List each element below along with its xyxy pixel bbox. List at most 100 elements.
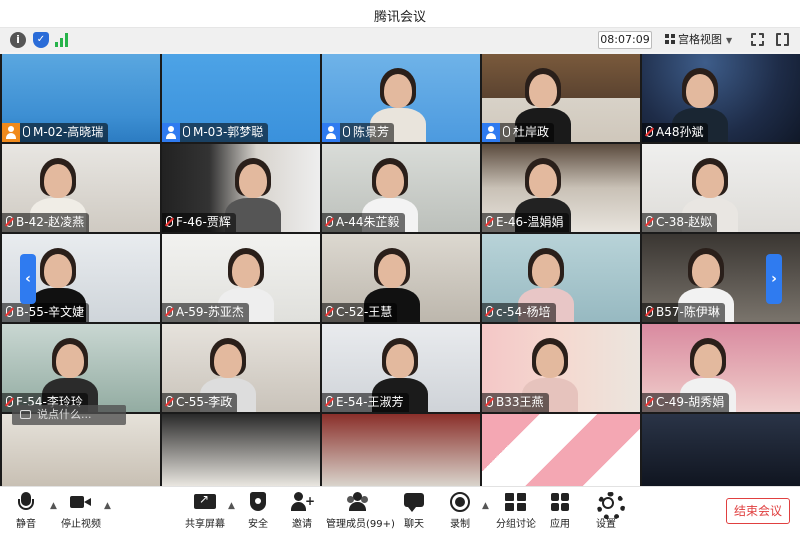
manage-members-button[interactable]: 管理成员(99+) xyxy=(326,491,395,530)
share-screen-button[interactable]: 共享屏幕 xyxy=(184,491,226,530)
participant-name-tag: M-03-郭梦聪 xyxy=(162,123,269,142)
participant-tile[interactable]: 陈景芳 xyxy=(322,54,480,142)
next-page-button[interactable]: › xyxy=(766,254,782,304)
participant-tile[interactable]: F-54-李玲玲 xyxy=(2,324,160,412)
invite-button[interactable]: + 邀请 xyxy=(288,491,316,530)
participant-figure xyxy=(694,344,722,378)
participant-name-tag: C-38-赵姒 xyxy=(642,213,718,232)
participant-figure xyxy=(44,254,72,288)
info-icon[interactable]: i xyxy=(10,32,26,48)
mic-muted-icon xyxy=(166,216,173,227)
host-badge-icon xyxy=(322,123,340,142)
participant-name: E-46-温娟娟 xyxy=(496,215,564,229)
end-meeting-button[interactable]: 结束会议 xyxy=(726,498,790,524)
mic-muted-icon xyxy=(646,126,653,137)
mic-muted-icon xyxy=(166,396,173,407)
video-feed xyxy=(642,414,800,486)
share-options-chevron-icon[interactable]: ▲ xyxy=(228,501,235,511)
video-feed xyxy=(322,414,480,486)
participant-figure xyxy=(692,254,720,288)
chat-icon xyxy=(404,491,424,513)
video-feed xyxy=(162,414,320,486)
record-icon xyxy=(450,491,470,513)
participant-figure xyxy=(529,74,557,108)
participant-figure xyxy=(696,164,724,198)
mic-muted-icon xyxy=(6,306,13,317)
video-options-chevron-icon[interactable]: ▲ xyxy=(104,501,111,511)
expand-icon[interactable] xyxy=(750,32,765,47)
participant-tile[interactable]: F-46-贾辉 xyxy=(162,144,320,232)
participant-tile[interactable]: C-38-赵姒 xyxy=(642,144,800,232)
participant-tile[interactable]: E-54-王淑芳 xyxy=(322,324,480,412)
view-mode-dropdown[interactable]: 宫格视图 ▼ xyxy=(659,31,739,49)
participant-tile[interactable]: B-42-赵凌燕 xyxy=(2,144,160,232)
breakout-rooms-icon xyxy=(505,491,527,513)
participant-tile[interactable]: E-46-温娟娟 xyxy=(482,144,640,232)
participant-tile-partial[interactable] xyxy=(642,414,800,486)
stop-video-button[interactable]: 停止视频 xyxy=(60,491,102,530)
mic-muted-icon xyxy=(646,306,653,317)
settings-button[interactable]: 设置 xyxy=(592,491,625,530)
invite-label: 邀请 xyxy=(292,519,312,530)
signal-icon[interactable] xyxy=(55,33,69,47)
participant-tile-partial[interactable] xyxy=(162,414,320,486)
participant-tile[interactable]: c-54-杨培 xyxy=(482,234,640,322)
participant-figure xyxy=(536,344,564,378)
shield-icon[interactable]: ✓ xyxy=(33,32,49,48)
record-options-chevron-icon[interactable]: ▲ xyxy=(482,501,489,511)
participant-tile[interactable]: A48孙斌 xyxy=(642,54,800,142)
participant-tile[interactable]: A-44朱芷毅 xyxy=(322,144,480,232)
participant-tile-partial[interactable] xyxy=(482,414,640,486)
participant-name: F-46-贾辉 xyxy=(176,215,231,229)
participant-tile[interactable]: 杜岸政 xyxy=(482,54,640,142)
participant-tile-partial[interactable] xyxy=(322,414,480,486)
participant-tile[interactable]: B33王燕 xyxy=(482,324,640,412)
participant-name-tag: A-44朱芷毅 xyxy=(322,213,405,232)
participant-name: C-55-李政 xyxy=(176,395,233,409)
participant-tile[interactable]: C-55-李政 xyxy=(162,324,320,412)
invite-icon: + xyxy=(291,491,315,513)
participant-name: B-55-辛文婕 xyxy=(16,305,85,319)
participant-name: A48孙斌 xyxy=(656,125,704,139)
participant-figure xyxy=(378,254,406,288)
mic-muted-icon xyxy=(486,306,493,317)
participant-name-tag: B33王燕 xyxy=(482,393,549,412)
participant-tile[interactable]: C-52-王慧 xyxy=(322,234,480,322)
participant-name: M-02-高晓瑞 xyxy=(33,125,104,139)
participant-name-tag: 陈景芳 xyxy=(322,123,395,142)
security-button[interactable]: 安全 xyxy=(244,491,272,530)
breakout-rooms-button[interactable]: 分组讨论 xyxy=(494,491,538,530)
microphone-icon xyxy=(183,126,190,137)
microphone-icon xyxy=(343,126,350,137)
participant-tile[interactable]: C-49-胡秀娟 xyxy=(642,324,800,412)
apps-button[interactable]: 应用 xyxy=(546,491,574,530)
mic-muted-icon xyxy=(326,216,333,227)
participant-name-tag: c-54-杨培 xyxy=(482,303,556,322)
participant-tile[interactable]: M-02-高晓瑞 xyxy=(2,54,160,142)
chat-button[interactable]: 聊天 xyxy=(400,491,428,530)
participant-name: E-54-王淑芳 xyxy=(336,395,404,409)
participant-name-tag: A-59-苏亚杰 xyxy=(162,303,249,322)
chat-hint-text: 说点什么... xyxy=(37,408,92,421)
participant-name-tag: C-55-李政 xyxy=(162,393,238,412)
chat-quick-input[interactable]: 说点什么... xyxy=(12,405,126,425)
participant-tile[interactable]: A-59-苏亚杰 xyxy=(162,234,320,322)
participant-name: 陈景芳 xyxy=(353,125,390,139)
meeting-toolbar: i ✓ 08:07:09 宫格视图 ▼ xyxy=(0,28,800,52)
participant-figure xyxy=(44,164,72,198)
participant-tile[interactable]: M-03-郭梦聪 xyxy=(162,54,320,142)
record-button[interactable]: 录制 xyxy=(446,491,474,530)
host-badge-icon xyxy=(162,123,180,142)
participant-figure xyxy=(386,344,414,378)
prev-page-button[interactable]: ‹ xyxy=(20,254,36,304)
participant-name-tag: E-54-王淑芳 xyxy=(322,393,409,412)
participant-name-tag: M-02-高晓瑞 xyxy=(2,123,109,142)
mute-button[interactable]: 静音 xyxy=(12,491,40,530)
participant-figure xyxy=(56,344,84,378)
fullscreen-icon[interactable] xyxy=(776,32,789,47)
security-icon xyxy=(249,491,267,513)
participant-name-tag: B57-陈伊琳 xyxy=(642,303,725,322)
audio-options-chevron-icon[interactable]: ▲ xyxy=(50,501,57,511)
participant-figure xyxy=(239,164,267,198)
participant-name: M-03-郭梦聪 xyxy=(193,125,264,139)
